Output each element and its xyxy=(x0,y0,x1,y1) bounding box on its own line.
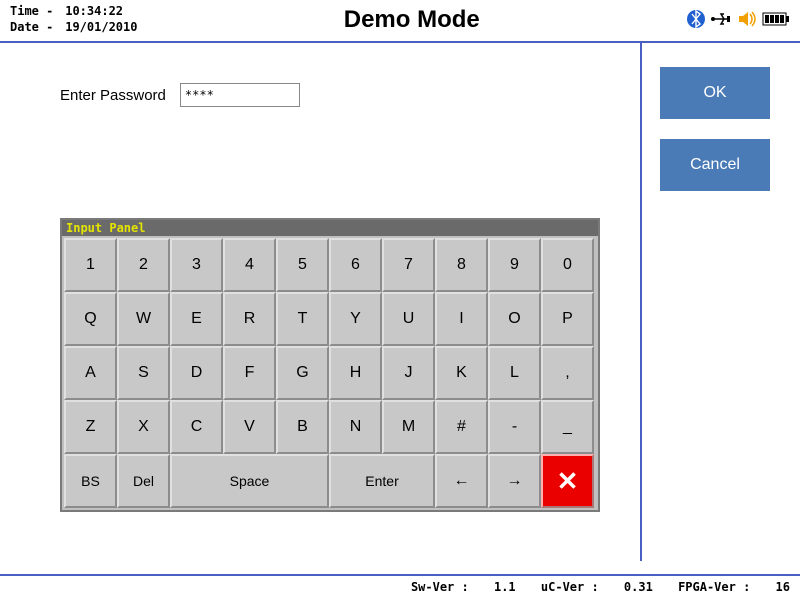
key-0[interactable]: 0 xyxy=(541,238,594,292)
key-a[interactable]: A xyxy=(64,346,117,400)
key-3[interactable]: 3 xyxy=(170,238,223,292)
kb-row-5: BS Del Space Enter ← → ✕ xyxy=(64,454,596,508)
key-b[interactable]: B xyxy=(276,400,329,454)
key-p[interactable]: P xyxy=(541,292,594,346)
password-label: Enter Password xyxy=(60,87,166,104)
key-j[interactable]: J xyxy=(382,346,435,400)
sw-ver-label: Sw-Ver : xyxy=(411,580,469,594)
key-1[interactable]: 1 xyxy=(64,238,117,292)
key-close[interactable]: ✕ xyxy=(541,454,594,508)
key-k[interactable]: K xyxy=(435,346,488,400)
key-9[interactable]: 9 xyxy=(488,238,541,292)
date-label: Date - xyxy=(10,20,58,36)
bluetooth-icon xyxy=(686,8,706,35)
key-o[interactable]: O xyxy=(488,292,541,346)
key-6[interactable]: 6 xyxy=(329,238,382,292)
key-d[interactable]: D xyxy=(170,346,223,400)
date-value: 19/01/2010 xyxy=(65,20,137,34)
time-value: 10:34:22 xyxy=(65,4,123,18)
uc-ver-value: 0.31 xyxy=(624,580,653,594)
fpga-ver-label: FPGA-Ver : xyxy=(678,580,750,594)
key-comma[interactable]: , xyxy=(541,346,594,400)
key-s[interactable]: S xyxy=(117,346,170,400)
fpga-ver-value: 16 xyxy=(776,580,790,594)
key-z[interactable]: Z xyxy=(64,400,117,454)
key-g[interactable]: G xyxy=(276,346,329,400)
key-e[interactable]: E xyxy=(170,292,223,346)
key-n[interactable]: N xyxy=(329,400,382,454)
key-h[interactable]: H xyxy=(329,346,382,400)
key-hash[interactable]: # xyxy=(435,400,488,454)
key-u[interactable]: U xyxy=(382,292,435,346)
key-m[interactable]: M xyxy=(382,400,435,454)
header-bar: Time - 10:34:22 Date - 19/01/2010 Demo M… xyxy=(0,0,800,43)
usb-icon xyxy=(710,8,732,35)
sound-icon xyxy=(736,8,758,35)
key-left[interactable]: ← xyxy=(435,454,488,508)
ok-button[interactable]: OK xyxy=(660,67,770,119)
battery-icon xyxy=(762,10,790,33)
kb-row-1: 1 2 3 4 5 6 7 8 9 0 xyxy=(64,238,596,292)
key-enter[interactable]: Enter xyxy=(329,454,435,508)
kb-row-3: A S D F G H J K L , xyxy=(64,346,596,400)
key-x[interactable]: X xyxy=(117,400,170,454)
key-q[interactable]: Q xyxy=(64,292,117,346)
header-datetime: Time - 10:34:22 Date - 19/01/2010 xyxy=(10,4,137,35)
sidebar: OK Cancel xyxy=(640,43,800,561)
key-w[interactable]: W xyxy=(117,292,170,346)
password-row: Enter Password xyxy=(60,83,630,107)
status-icons xyxy=(686,4,790,35)
key-l[interactable]: L xyxy=(488,346,541,400)
input-panel-title: Input Panel xyxy=(62,220,598,236)
key-t[interactable]: T xyxy=(276,292,329,346)
key-v[interactable]: V xyxy=(223,400,276,454)
uc-ver-label: uC-Ver : xyxy=(541,580,599,594)
key-7[interactable]: 7 xyxy=(382,238,435,292)
key-c[interactable]: C xyxy=(170,400,223,454)
time-label: Time - xyxy=(10,4,58,20)
password-input[interactable] xyxy=(180,83,300,107)
key-del[interactable]: Del xyxy=(117,454,170,508)
kb-row-2: Q W E R T Y U I O P xyxy=(64,292,596,346)
key-4[interactable]: 4 xyxy=(223,238,276,292)
key-right[interactable]: → xyxy=(488,454,541,508)
key-underscore[interactable]: _ xyxy=(541,400,594,454)
key-2[interactable]: 2 xyxy=(117,238,170,292)
key-y[interactable]: Y xyxy=(329,292,382,346)
key-i[interactable]: I xyxy=(435,292,488,346)
key-5[interactable]: 5 xyxy=(276,238,329,292)
key-dash[interactable]: - xyxy=(488,400,541,454)
key-r[interactable]: R xyxy=(223,292,276,346)
cancel-button[interactable]: Cancel xyxy=(660,139,770,191)
key-f[interactable]: F xyxy=(223,346,276,400)
content-area: Enter Password Input Panel 1 2 3 4 5 6 7… xyxy=(0,43,640,561)
key-8[interactable]: 8 xyxy=(435,238,488,292)
key-backspace[interactable]: BS xyxy=(64,454,117,508)
footer-bar: Sw-Ver : 1.1 uC-Ver : 0.31 FPGA-Ver : 16 xyxy=(0,574,800,600)
sw-ver-value: 1.1 xyxy=(494,580,516,594)
kb-row-4: Z X C V B N M # - _ xyxy=(64,400,596,454)
input-panel: Input Panel 1 2 3 4 5 6 7 8 9 0 Q W xyxy=(60,218,600,512)
key-space[interactable]: Space xyxy=(170,454,329,508)
page-title: Demo Mode xyxy=(137,4,686,34)
